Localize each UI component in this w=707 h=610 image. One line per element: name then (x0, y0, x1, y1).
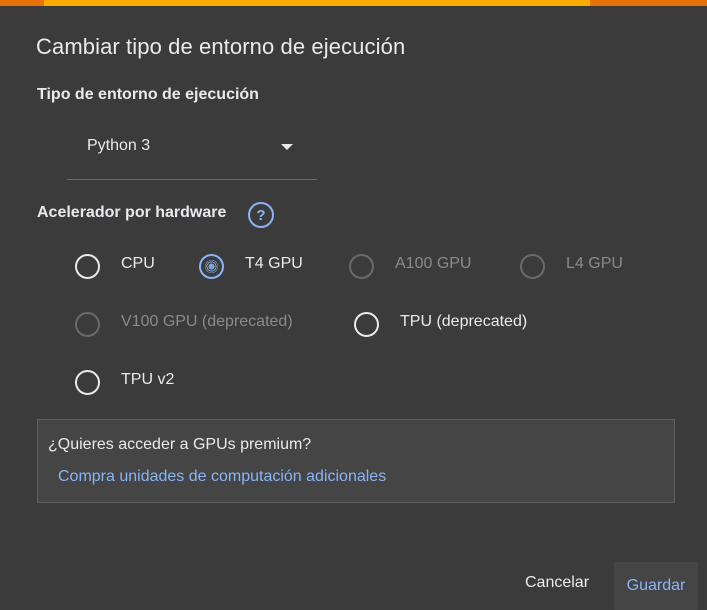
accelerator-label-tpu-deprecated: TPU (deprecated) (400, 313, 528, 330)
radio-v100-gpu (75, 312, 100, 337)
save-button[interactable]: Guardar (614, 562, 698, 610)
runtime-type-select[interactable]: Python 3 (67, 124, 317, 180)
radio-tpu-deprecated[interactable] (354, 312, 379, 337)
accelerator-label-t4-gpu: T4 GPU (245, 255, 303, 272)
hardware-accelerator-label: Acelerador por hardware (37, 204, 227, 221)
accelerator-label-v100-gpu: V100 GPU (deprecated) (121, 313, 293, 330)
chevron-down-icon (281, 144, 293, 150)
change-runtime-dialog: Cambiar tipo de entorno de ejecución Tip… (0, 6, 707, 610)
runtime-type-label: Tipo de entorno de ejecución (37, 86, 259, 103)
radio-t4-gpu[interactable] (199, 254, 224, 279)
help-icon[interactable]: ? (248, 202, 274, 228)
radio-l4-gpu (520, 254, 545, 279)
radio-a100-gpu (349, 254, 374, 279)
premium-gpu-notice: ¿Quieres acceder a GPUs premium? Compra … (37, 419, 675, 503)
dialog-title: Cambiar tipo de entorno de ejecución (36, 34, 406, 59)
buy-compute-units-link[interactable]: Compra unidades de computación adicional… (58, 468, 386, 486)
premium-question: ¿Quieres acceder a GPUs premium? (48, 436, 312, 453)
accelerator-label-tpu-v2: TPU v2 (121, 371, 175, 388)
accelerator-label-cpu: CPU (121, 255, 155, 272)
accelerator-label-l4-gpu: L4 GPU (566, 255, 623, 272)
radio-tpu-v2[interactable] (75, 370, 100, 395)
runtime-type-value: Python 3 (87, 137, 151, 154)
radio-cpu[interactable] (75, 254, 100, 279)
accelerator-label-a100-gpu: A100 GPU (395, 255, 472, 272)
cancel-button[interactable]: Cancelar (525, 574, 589, 592)
